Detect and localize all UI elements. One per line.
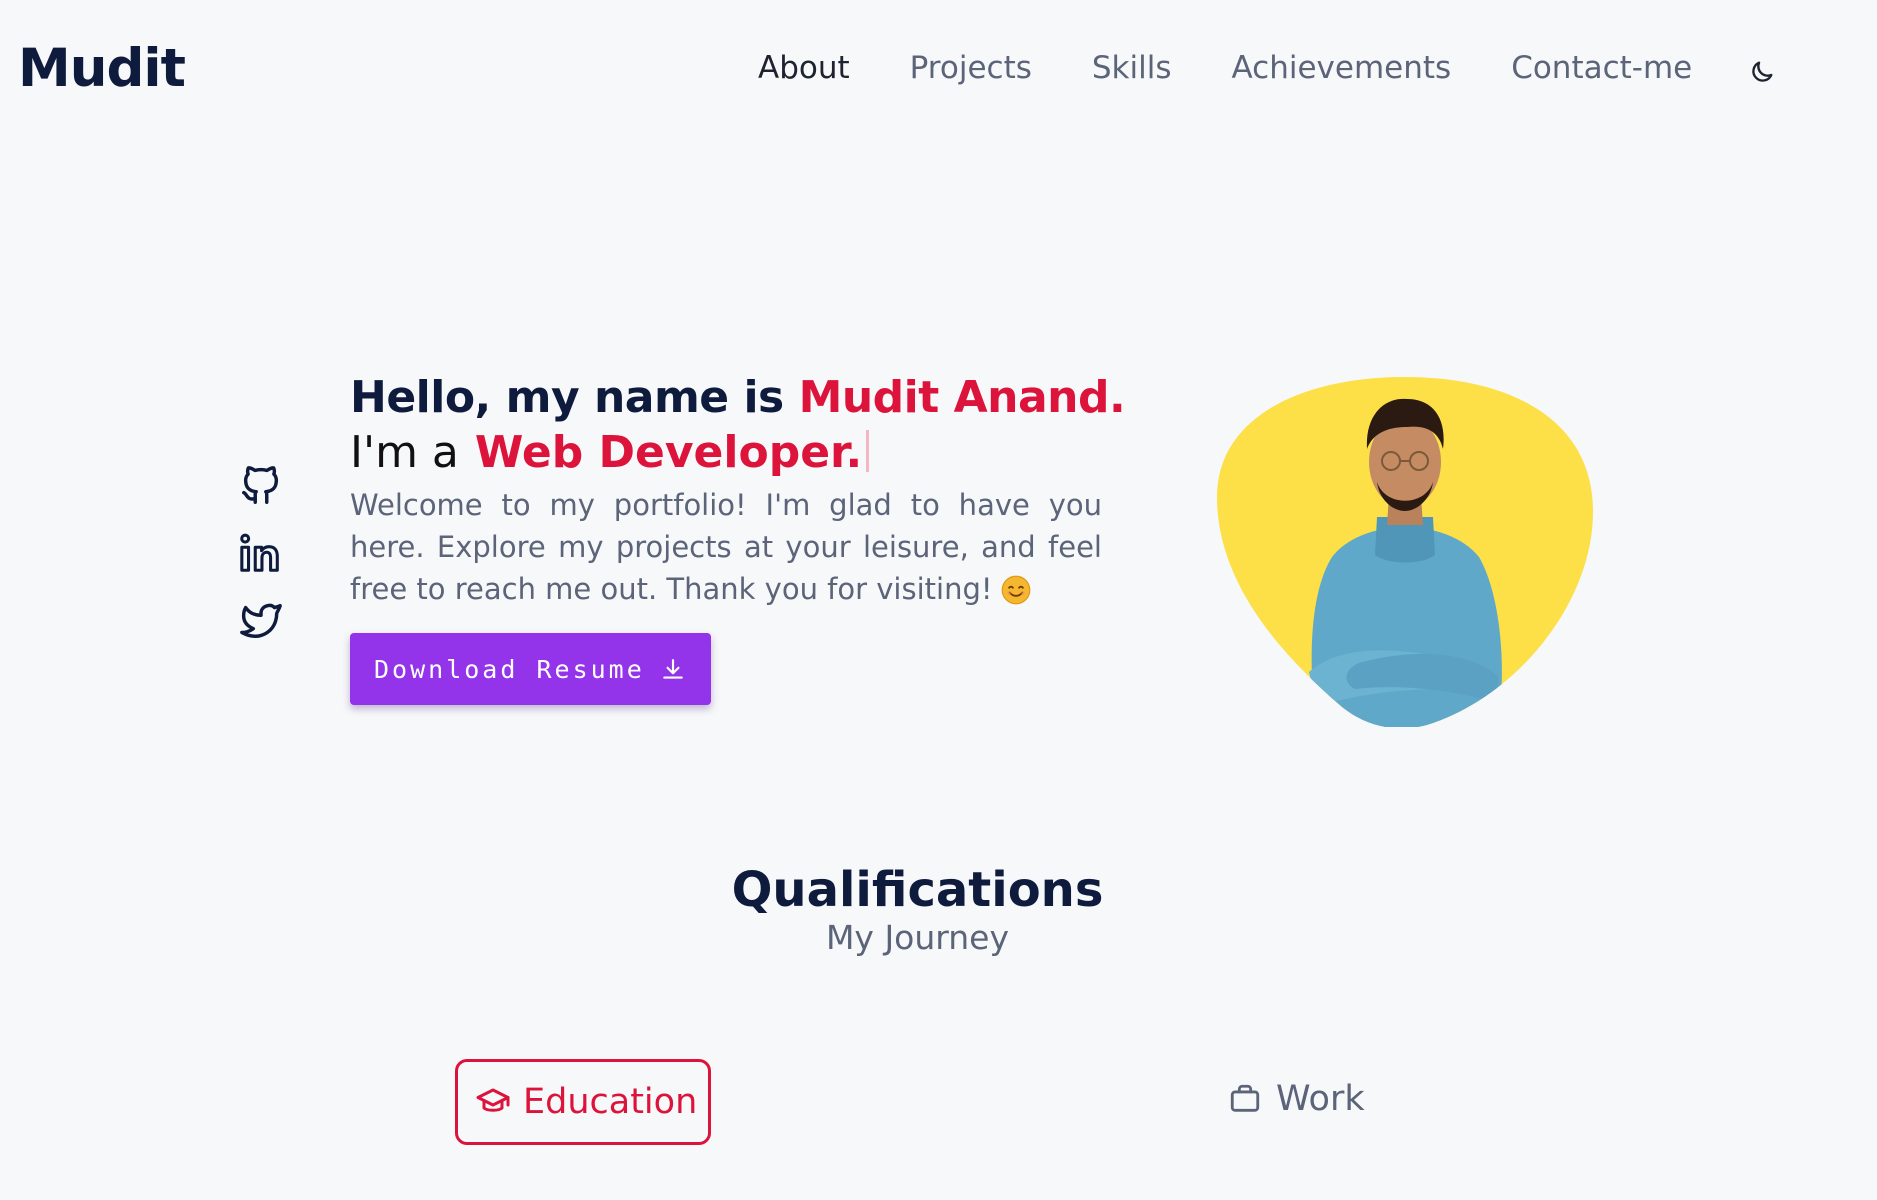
nav-achievements[interactable]: Achievements (1232, 50, 1452, 86)
briefcase-icon (1228, 1082, 1262, 1116)
download-resume-button[interactable]: Download Resume (350, 633, 711, 705)
hero-name: Mudit Anand. (798, 372, 1126, 423)
nav-projects[interactable]: Projects (910, 50, 1032, 86)
nav-contact-me[interactable]: Contact-me (1511, 50, 1692, 86)
social-links (238, 462, 290, 666)
hero-role: Web Developer. (474, 427, 863, 478)
nav-skills[interactable]: Skills (1092, 50, 1172, 86)
welcome-paragraph: Welcome to my portfolio! I'm glad to hav… (350, 484, 1102, 610)
greeting-prefix: Hello, my name is (350, 372, 799, 423)
hero-role-line: I'm a Web Developer. (350, 427, 1110, 478)
smile-emoji-icon (1001, 574, 1031, 605)
download-resume-label: Download Resume (374, 654, 645, 684)
main-nav: About Projects Skills Achievements Conta… (758, 50, 1752, 86)
github-icon[interactable] (238, 462, 284, 508)
qualifications-subtitle: My Journey (825, 918, 1010, 957)
portfolio-page: Mudit About Projects Skills Achievements… (0, 0, 1877, 1200)
download-icon (660, 657, 686, 683)
role-prefix: I'm a (350, 427, 459, 478)
typing-cursor (866, 430, 870, 472)
welcome-text: Welcome to my portfolio! I'm glad to hav… (350, 488, 1102, 606)
profile-avatar (1217, 377, 1593, 729)
site-logo[interactable]: Mudit (18, 38, 186, 99)
hero-greeting: Hello, my name is Mudit Anand. (350, 372, 1126, 423)
linkedin-icon[interactable] (238, 530, 284, 576)
tab-education-label: Education (523, 1082, 698, 1122)
nav-about[interactable]: About (758, 50, 850, 86)
tab-education[interactable]: Education (455, 1059, 711, 1145)
twitter-icon[interactable] (238, 598, 284, 644)
hero-intro: Hello, my name is Mudit Anand. I'm a Web … (350, 372, 1126, 610)
tab-work-label: Work (1276, 1079, 1365, 1119)
tab-work[interactable]: Work (1228, 1079, 1365, 1119)
moon-icon[interactable] (1748, 58, 1776, 86)
qualifications-title: Qualifications (731, 862, 1104, 918)
graduation-cap-icon (475, 1084, 511, 1120)
